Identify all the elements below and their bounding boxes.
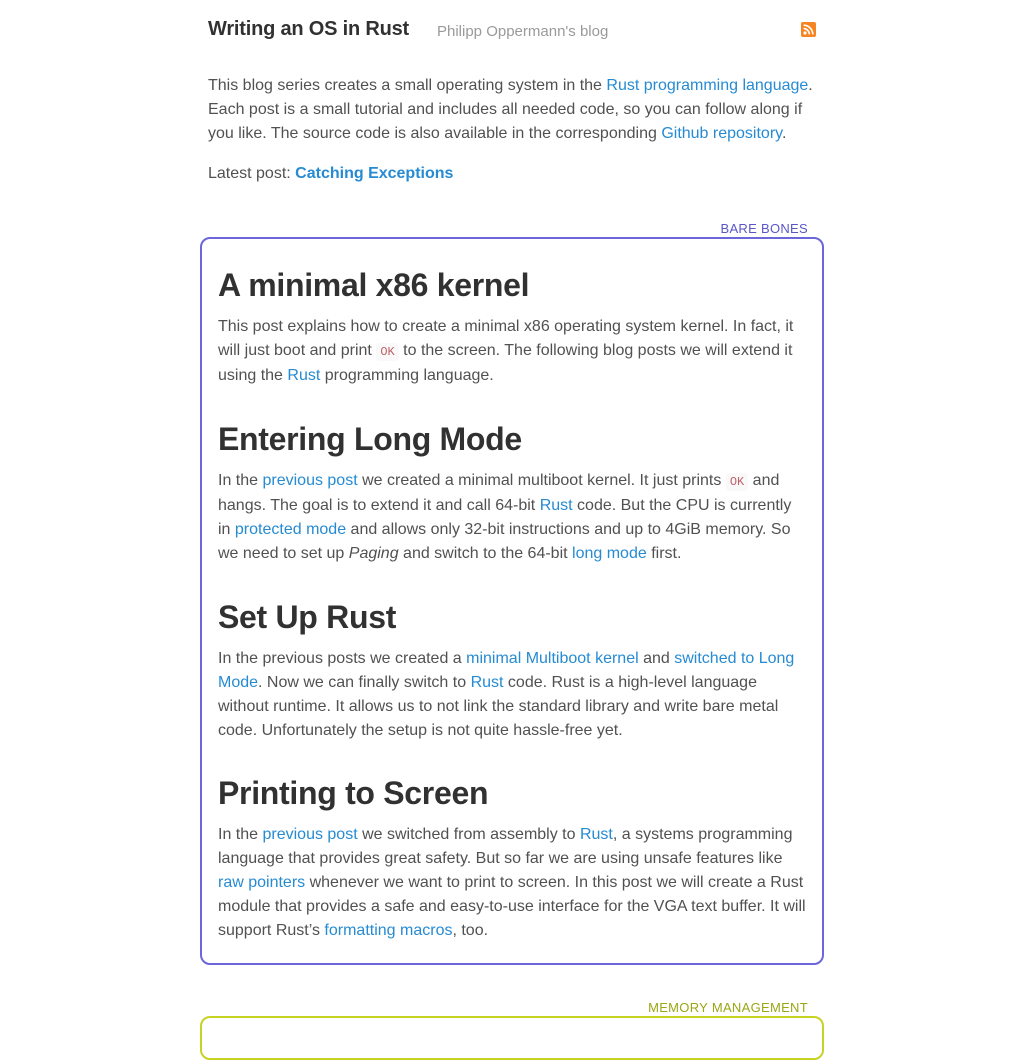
site-title-link[interactable]: Writing an OS in Rust [208, 18, 409, 41]
post-excerpt: In the previous posts we created a minim… [218, 647, 808, 743]
excerpt-text: whenever we want to print to screen. In … [218, 874, 806, 939]
latest-post-label: Latest post: [208, 165, 296, 182]
github-repository-link[interactable]: Github repository [661, 125, 782, 142]
rust-link[interactable]: Rust [540, 497, 573, 514]
inline-code: OK [376, 343, 399, 361]
post-excerpt: This post explains how to create a minim… [218, 315, 808, 388]
post-title-link[interactable]: Entering Long Mode [218, 421, 522, 457]
post-title-link[interactable]: Printing to Screen [218, 775, 489, 811]
excerpt-text: programming language. [320, 367, 494, 384]
excerpt-text: and [638, 650, 675, 667]
emphasis-text: Paging [348, 545, 399, 562]
excerpt-text: first. [646, 545, 682, 562]
post-item: Entering Long Mode In the previous post … [218, 419, 808, 566]
excerpt-text: In the [218, 472, 263, 489]
latest-post-link[interactable]: Catching Exceptions [295, 165, 453, 182]
category-label-memory-management: MEMORY MANAGEMENT [648, 1000, 808, 1015]
rust-language-link[interactable]: Rust programming language [606, 77, 808, 94]
excerpt-text: . Now we can finally switch to [258, 674, 471, 691]
excerpt-text: and switch to the 64-bit [398, 545, 573, 562]
post-item: Set Up Rust In the previous posts we cre… [218, 597, 808, 743]
excerpt-text: , too. [452, 922, 489, 939]
inline-code: OK [725, 473, 749, 491]
excerpt-text: we switched from assembly to [357, 826, 580, 843]
intro-text: This blog series creates a small operati… [208, 77, 607, 94]
previous-post-link[interactable]: previous post [262, 826, 357, 843]
masthead: Writing an OS in Rust Philipp Oppermann'… [208, 18, 816, 48]
category-box-memory-management [200, 1016, 824, 1060]
multiboot-kernel-link[interactable]: minimal Multiboot kernel [466, 650, 639, 667]
post-item: A minimal x86 kernel This post explains … [218, 265, 808, 388]
long-mode-link[interactable]: long mode [572, 545, 647, 562]
previous-post-link[interactable]: previous post [262, 472, 357, 489]
intro-text: . [781, 125, 787, 142]
rust-link[interactable]: Rust [287, 367, 320, 384]
protected-mode-link[interactable]: protected mode [235, 521, 346, 538]
latest-post: Latest post: Catching Exceptions [208, 162, 453, 186]
post-excerpt: In the previous post we created a minima… [218, 469, 808, 566]
rust-link[interactable]: Rust [580, 826, 613, 843]
excerpt-text: we created a minimal multiboot kernel. I… [357, 472, 726, 489]
rss-feed-button[interactable] [801, 22, 816, 37]
post-item: Printing to Screen In the previous post … [218, 773, 808, 943]
intro-paragraph: This blog series creates a small operati… [208, 74, 818, 146]
site-subtitle: Philipp Oppermann's blog [437, 23, 609, 40]
rss-icon [803, 24, 814, 35]
raw-pointers-link[interactable]: raw pointers [218, 874, 305, 891]
excerpt-text: In the previous posts we created a [218, 650, 467, 667]
category-label-bare-bones: BARE BONES [720, 221, 808, 236]
post-excerpt: In the previous post we switched from as… [218, 823, 808, 943]
post-title-link[interactable]: Set Up Rust [218, 599, 396, 635]
rust-link[interactable]: Rust [471, 674, 504, 691]
post-title-link[interactable]: A minimal x86 kernel [218, 267, 530, 303]
formatting-macros-link[interactable]: formatting macros [324, 922, 452, 939]
excerpt-text: In the [218, 826, 263, 843]
